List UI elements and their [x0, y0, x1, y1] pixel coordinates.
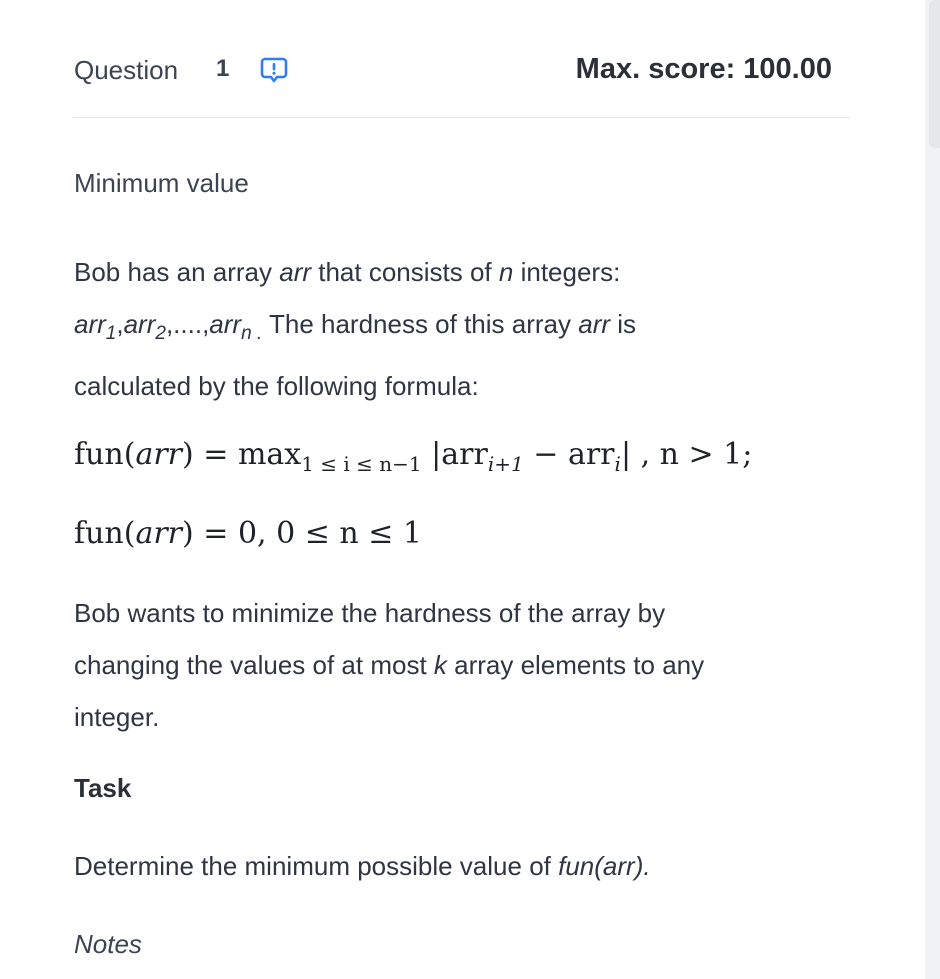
max-score: Max. score: 100.00 — [575, 53, 832, 85]
goal-line-2: changing the values of at most k array e… — [74, 650, 705, 680]
scrollbar-thumb[interactable] — [929, 0, 940, 148]
goal-line-3: integer. — [74, 702, 160, 732]
task-heading: Task — [74, 773, 132, 803]
notes-heading: Notes — [74, 929, 142, 959]
report-issue-icon[interactable] — [260, 56, 288, 84]
intro-line-3: calculated by the following formula: — [74, 371, 479, 401]
problem-intro: Bob has an array arr that consists of n … — [74, 246, 854, 412]
question-number: 1 — [216, 55, 230, 82]
problem-title: Minimum value — [74, 168, 249, 198]
question-header: Question 1 Max. score: 100.00 — [74, 52, 832, 88]
task-text: Determine the minimum possible value of … — [74, 851, 651, 881]
formula-hardness: fun(arr) = max1 ≤ i ≤ n−1 |arri+1 − arri… — [74, 437, 753, 476]
header-divider — [73, 117, 850, 118]
formula-base-case: fun(arr) = 0, 0 ≤ n ≤ 1 — [74, 516, 423, 551]
problem-goal: Bob wants to minimize the hardness of th… — [74, 587, 854, 743]
goal-line-1: Bob wants to minimize the hardness of th… — [74, 598, 666, 628]
intro-line-2: arr1,arr2,....,arrn . The hardness of th… — [74, 309, 637, 344]
question-label: Question — [74, 55, 179, 85]
intro-line-1: Bob has an array arr that consists of n … — [74, 257, 621, 287]
